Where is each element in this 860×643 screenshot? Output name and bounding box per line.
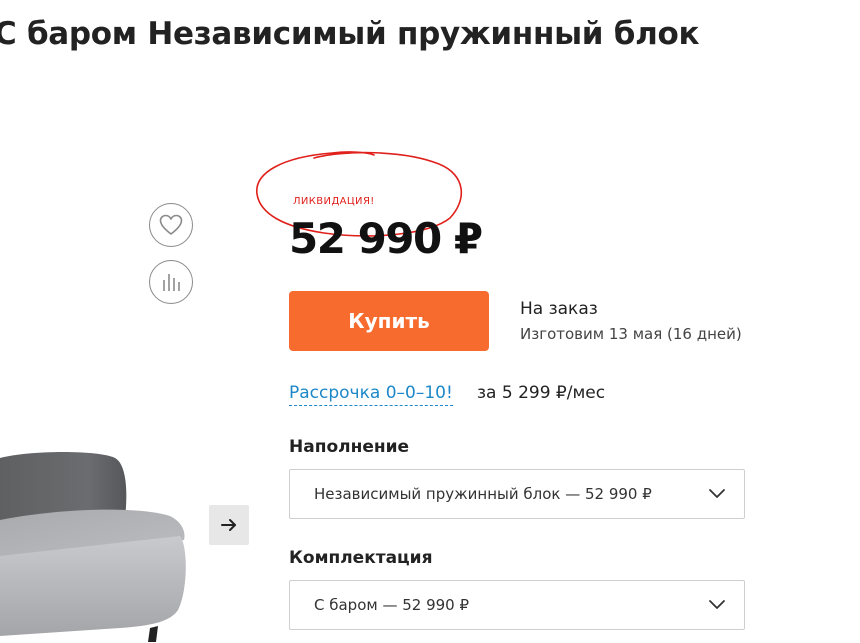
sale-badge: ЛИКВИДАЦИЯ! (293, 196, 375, 207)
product-image (0, 452, 186, 642)
installment-amount: за 5 299 ₽/мес (477, 383, 606, 403)
add-to-favorites-button[interactable] (149, 203, 193, 247)
installment-link[interactable]: Рассрочка 0–0–10! (289, 383, 453, 406)
product-price: 52 990 ₽ (289, 214, 483, 263)
kit-select-value: С баром — 52 990 ₽ (314, 596, 470, 614)
chevron-down-icon (709, 489, 725, 498)
kit-label: Комплектация (289, 548, 433, 568)
filling-select-value: Независимый пружинный блок — 52 990 ₽ (314, 485, 652, 503)
production-date: Изготовим 13 мая (16 дней) (520, 325, 742, 343)
gallery-next-button[interactable] (209, 505, 249, 545)
compare-bars-icon (163, 274, 180, 291)
add-to-compare-button[interactable] (149, 260, 193, 304)
arrow-right-icon (221, 519, 236, 531)
heart-icon (159, 214, 183, 235)
product-title: С баром Независимый пружинный блок (0, 16, 700, 52)
buy-button[interactable]: Купить (289, 291, 489, 351)
chevron-down-icon (709, 600, 725, 609)
availability-status: На заказ (520, 299, 598, 319)
filling-label: Наполнение (289, 437, 410, 457)
filling-select[interactable]: Независимый пружинный блок — 52 990 ₽ (289, 469, 745, 519)
kit-select[interactable]: С баром — 52 990 ₽ (289, 580, 745, 630)
